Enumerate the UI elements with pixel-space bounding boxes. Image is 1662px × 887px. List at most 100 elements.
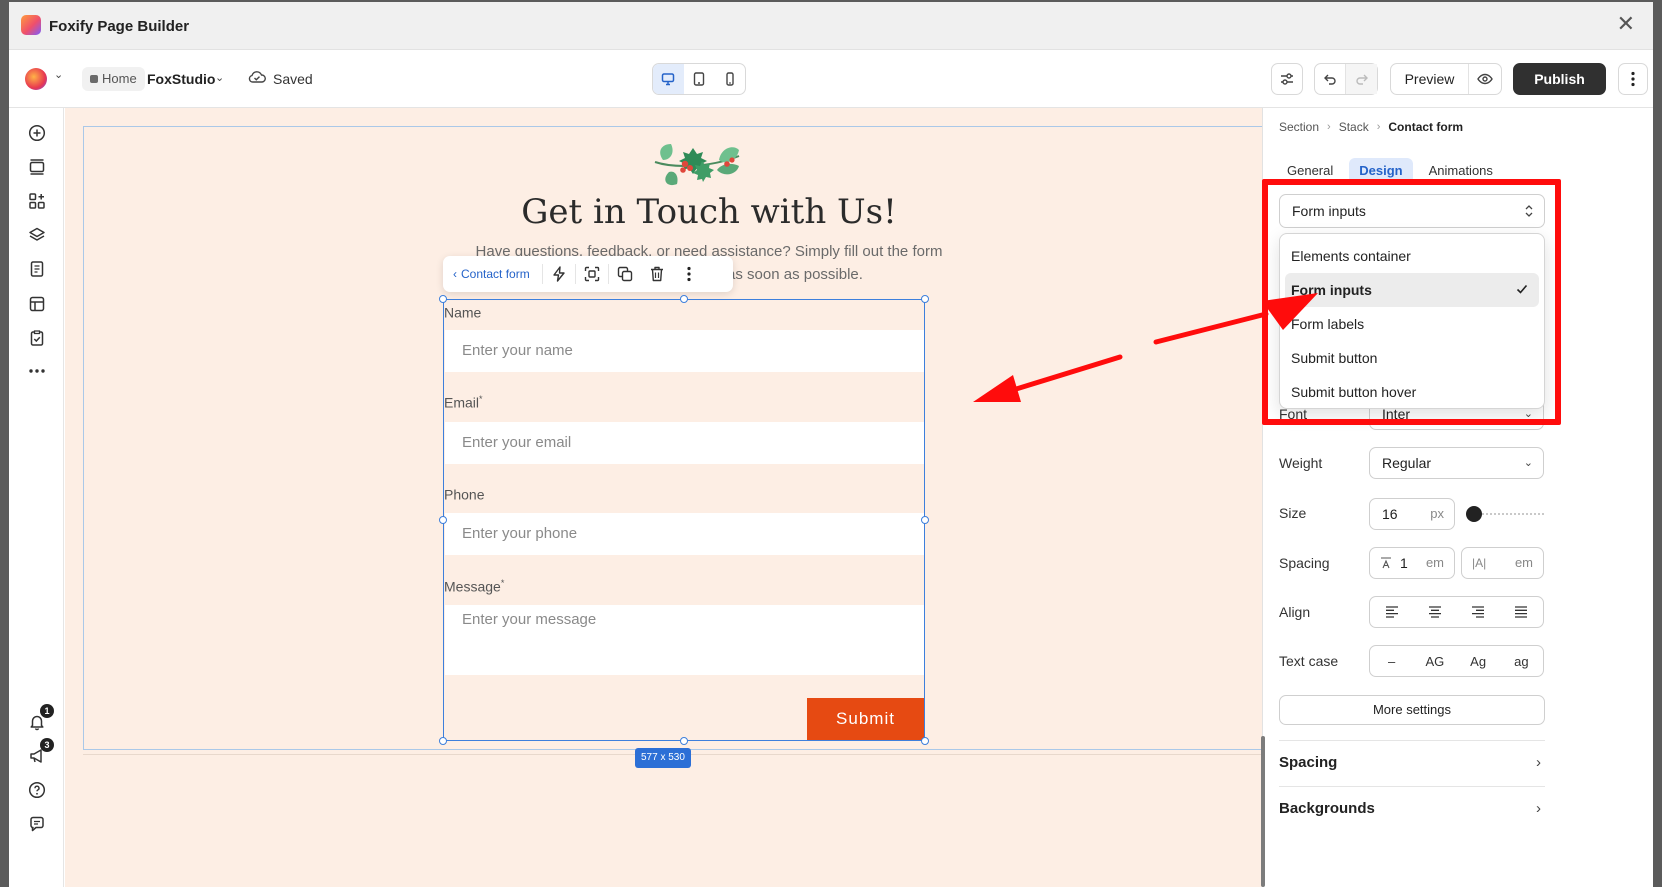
more-options-button[interactable] [1618,63,1648,95]
settings-sliders-button[interactable] [1271,63,1303,95]
close-window-icon[interactable]: ✕ [1617,12,1635,36]
undo-button[interactable] [1315,64,1347,94]
font-size-slider-knob[interactable] [1465,506,1482,522]
chevron-right-icon: › [1376,121,1381,133]
chevron-down-icon[interactable]: ⌄ [54,68,63,81]
select-parent-button[interactable]: ‹ Contact form [453,264,543,284]
align-center-button[interactable] [1413,597,1456,627]
panel-scrollbar[interactable] [1261,736,1265,887]
more-horizontal-icon[interactable] [26,360,48,382]
align-justify-button[interactable] [1500,597,1543,627]
align-right-icon [1472,606,1485,618]
announcements-megaphone-icon[interactable]: 3 [26,738,54,767]
align-right-button[interactable] [1457,597,1500,627]
publish-button[interactable]: Publish [1513,63,1606,95]
align-left-button[interactable] [1370,597,1413,627]
message-textarea[interactable]: Enter your message [445,605,924,675]
accordion-backgrounds[interactable]: Backgrounds › [1279,786,1545,830]
chevron-right-icon: › [1536,800,1541,817]
resize-handle[interactable] [921,295,929,303]
checklist-icon[interactable] [26,327,48,349]
letter-spacing-icon [1381,557,1391,569]
title-bar: Foxify Page Builder ✕ [9,2,1653,50]
preview-eye-button[interactable] [1469,64,1501,94]
templates-icon[interactable] [26,293,48,315]
pages-icon[interactable] [26,258,48,280]
resize-handle[interactable] [680,737,688,745]
element-toolbar: ‹ Contact form [443,256,733,292]
breadcrumb-section[interactable]: Section [1279,120,1319,134]
submit-button[interactable]: Submit [807,698,924,740]
sections-icon[interactable] [26,156,48,178]
lightning-icon [553,266,565,282]
store-avatar-icon[interactable] [25,68,47,90]
desktop-view-button[interactable] [653,64,684,94]
more-vertical-icon [1631,71,1635,87]
focus-element-button[interactable] [576,266,608,282]
divider [83,754,1327,755]
text-case-lower-button[interactable]: ag [1500,646,1543,676]
phone-input[interactable]: Enter your phone [445,513,924,555]
chevron-down-icon[interactable]: ⌄ [215,71,224,84]
tablet-view-button[interactable] [684,64,715,94]
help-icon[interactable] [26,779,48,801]
undo-redo-group [1314,63,1378,95]
device-switcher [652,63,746,95]
apps-icon[interactable] [26,190,48,212]
more-settings-button[interactable]: More settings [1279,695,1545,725]
resize-handle[interactable] [921,737,929,745]
preview-group: Preview [1390,63,1502,95]
text-case-capitalize-button[interactable]: Ag [1457,646,1500,676]
saved-status: Saved [273,71,313,87]
store-name[interactable]: FoxStudio [147,71,215,87]
left-sidebar: 1 3 [9,108,64,887]
email-input[interactable]: Enter your email [445,422,924,464]
delete-button[interactable] [641,266,673,282]
text-case-label: Text case [1279,653,1339,669]
resize-handle[interactable] [439,516,447,524]
page-heading: Get in Touch with Us! [521,192,897,232]
more-vertical-icon [687,266,691,282]
breadcrumb-stack[interactable]: Stack [1339,120,1369,134]
add-element-icon[interactable] [26,122,48,144]
element-size-badge: 577 x 530 [635,748,691,768]
breadcrumb-current: Contact form [1388,120,1464,134]
weight-label: Weight [1279,455,1323,471]
element-more-button[interactable] [673,266,705,282]
line-height-icon: |A| [1472,556,1487,570]
align-left-icon [1385,606,1398,618]
actions-button[interactable] [543,266,575,282]
notifications-bell-icon[interactable]: 1 [26,704,54,733]
duplicate-button[interactable] [609,266,641,282]
redo-button[interactable] [1346,64,1377,94]
text-case-upper-button[interactable]: AG [1413,646,1456,676]
element-name: Contact form [461,267,530,281]
accordion-spacing[interactable]: Spacing › [1279,740,1545,784]
contact-form[interactable]: Name Enter your name Email* Enter your e… [439,295,929,745]
email-label: Email* [444,394,483,411]
chat-icon[interactable] [26,813,48,835]
mobile-view-button[interactable] [714,64,745,94]
name-input[interactable]: Enter your name [445,330,924,372]
preview-button[interactable]: Preview [1391,64,1469,94]
page-home-chip[interactable]: Home [82,67,145,91]
undo-icon [1324,74,1336,85]
text-case-none-button[interactable]: – [1370,646,1413,676]
phone-label: Phone [444,486,485,503]
eye-icon [1477,73,1493,85]
weight-select[interactable]: Regular ⌄ [1369,447,1544,479]
resize-handle[interactable] [439,295,447,303]
spacing-label: Spacing [1279,555,1330,571]
annotation-highlight-box [1262,179,1561,425]
resize-handle[interactable] [439,737,447,745]
letter-spacing-input[interactable]: 1 em [1369,547,1455,579]
resize-handle[interactable] [921,516,929,524]
chevron-right-icon: › [1327,121,1331,133]
layers-icon[interactable] [26,224,48,246]
window-title: Foxify Page Builder [49,18,190,35]
font-size-input[interactable]: 16 px [1369,498,1455,530]
align-label: Align [1279,604,1311,620]
line-height-input[interactable]: |A| em [1461,547,1544,579]
resize-handle[interactable] [680,295,688,303]
mobile-icon [725,72,734,86]
